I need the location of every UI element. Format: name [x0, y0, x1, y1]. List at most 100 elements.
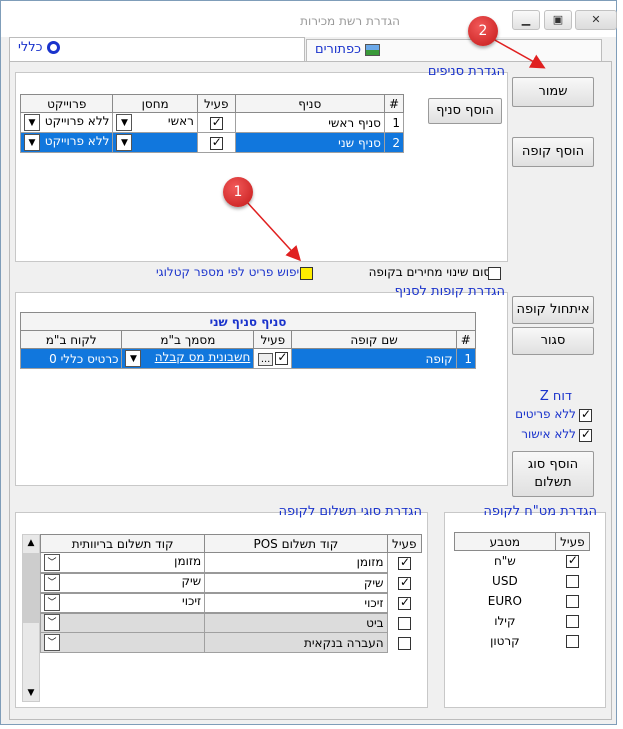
currency-name: EURO — [487, 593, 522, 608]
col-active: פעיל — [253, 330, 293, 349]
block-price-changes-checkbox[interactable] — [488, 267, 501, 280]
search-by-catalog-checkbox[interactable] — [300, 267, 313, 280]
branch-name[interactable]: סניף שני — [234, 132, 385, 153]
table-row[interactable]: USD — [455, 571, 590, 591]
init-register-button[interactable]: איתחול קופה — [512, 296, 594, 324]
chevron-down-icon[interactable]: ﹀ — [44, 574, 60, 591]
accounting-code-select[interactable]: ﹀ — [39, 632, 206, 653]
tab-buttons-label: כפתורים — [315, 42, 361, 57]
annotation-marker-2: 2 — [468, 16, 498, 46]
chevron-down-icon[interactable]: ▼ — [116, 114, 133, 131]
table-row[interactable]: EURO — [455, 591, 590, 611]
col-num: # — [383, 94, 405, 113]
zreport-no-items-checkbox[interactable] — [579, 407, 592, 422]
tab-bar: כללי כפתורים — [1, 37, 616, 61]
scroll-thumb[interactable] — [23, 553, 39, 623]
accounting-code-value: זיכוי — [182, 594, 202, 608]
table-row[interactable]: מזומן ﹀ מזומן — [39, 552, 422, 574]
accounting-code-select[interactable]: ﹀ — [39, 612, 206, 633]
gear-icon — [46, 41, 60, 54]
maximize-button[interactable]: ▣ — [544, 10, 572, 30]
table-row[interactable]: 1 סניף ראשי ▼ ראשי ▼ ללא פרוייקט — [19, 112, 405, 133]
chevron-down-icon[interactable]: ▼ — [24, 114, 40, 131]
payment-active-checkbox[interactable] — [398, 555, 412, 570]
branches-table: # סניף פעיל מחסן פרוייקט 1 סניף ראשי ▼ רא… — [19, 94, 405, 153]
currency-active-checkbox[interactable] — [565, 553, 579, 568]
chevron-down-icon[interactable]: ﹀ — [44, 594, 60, 611]
payments-table: פעיל קוד תשלום POS קוד תשלום בריוותית מז… — [39, 534, 423, 653]
table-row[interactable]: קרטון — [455, 631, 590, 651]
currency-active-checkbox[interactable] — [565, 594, 579, 608]
chevron-down-icon[interactable]: ﹀ — [44, 553, 60, 571]
chevron-down-icon[interactable]: ﹀ — [44, 634, 60, 651]
table-row[interactable]: 1 קופה ... ▼ חשבונית מס קבלה כרטיס כללי 0 — [19, 348, 477, 369]
maximize-icon: ▣ — [552, 13, 564, 26]
col-active: פעיל — [386, 534, 423, 553]
branches-header: # סניף פעיל מחסן פרוייקט — [19, 94, 405, 113]
currency-name: קילו — [494, 613, 516, 628]
add-register-button[interactable]: הוסף קופה — [512, 137, 594, 167]
scroll-up-icon[interactable]: ▲ — [23, 535, 39, 551]
branch-active-checkbox[interactable] — [209, 115, 223, 130]
customer-value[interactable]: כרטיס כללי 0 — [19, 348, 123, 369]
table-row[interactable]: 2 סניף שני ▼ ▼ ללא פרוייקט — [19, 132, 405, 153]
table-row[interactable]: העברה בנקאית ﹀ — [39, 632, 422, 653]
accounting-code-value: מזומן — [174, 553, 202, 568]
add-payment-type-button[interactable]: הוסף סוג תשלום — [512, 451, 594, 497]
accounting-code-select[interactable]: ﹀ מזומן — [39, 552, 206, 574]
col-num: # — [455, 330, 477, 349]
zreport-no-approval-checkbox[interactable] — [579, 427, 592, 442]
currency-name: קרטון — [490, 633, 520, 648]
registers-header: # שם קופה פעיל מסמך ב"מ לקוח ב"מ — [19, 330, 477, 349]
payment-active-checkbox[interactable] — [398, 636, 412, 650]
scroll-down-icon[interactable]: ▼ — [23, 685, 39, 701]
currencies-header: פעיל מטבע — [454, 532, 591, 551]
branch-active-checkbox[interactable] — [209, 135, 223, 150]
currency-active-checkbox[interactable] — [565, 614, 579, 628]
document-select[interactable]: ▼ חשבונית מס קבלה — [121, 348, 255, 369]
payment-active-checkbox[interactable] — [398, 595, 412, 610]
table-row[interactable]: קילו — [455, 611, 590, 631]
table-row[interactable]: זיכוי ﹀ זיכוי — [39, 592, 422, 614]
pos-code-value: שיק — [204, 572, 388, 594]
currency-active-checkbox[interactable] — [565, 634, 579, 648]
minimize-button[interactable]: ▁ — [512, 10, 540, 30]
tab-general[interactable]: כללי — [9, 37, 305, 61]
block-price-changes-label: חסום שינוי מחירים בקופה — [368, 265, 499, 279]
ellipsis-button[interactable]: ... — [257, 353, 274, 366]
currency-active-checkbox[interactable] — [565, 574, 579, 588]
table-row[interactable]: ש"ח — [455, 551, 590, 571]
add-branch-button[interactable]: הוסף סניף — [428, 98, 502, 124]
tab-content: הגדרת סניפים # סניף פעיל מחסן פרוייקט 1 … — [9, 61, 612, 720]
payments-scrollbar[interactable]: ▲ ▼ — [22, 534, 40, 702]
zreport-title: דוח Z — [539, 389, 572, 404]
chevron-down-icon[interactable]: ▼ — [116, 134, 133, 151]
register-active-checkbox[interactable] — [275, 350, 289, 365]
payment-active-checkbox[interactable] — [398, 575, 412, 590]
currencies-title: הגדרת מט"ח לקופה — [483, 504, 597, 519]
close-button[interactable]: ✕ — [575, 10, 617, 30]
chevron-down-icon[interactable]: ▼ — [24, 134, 40, 151]
accounting-code-select[interactable]: ﹀ שיק — [39, 572, 206, 594]
pos-code-value: ביט — [204, 612, 388, 633]
warehouse-select[interactable]: ▼ — [112, 132, 198, 153]
payment-active-checkbox[interactable] — [398, 616, 412, 630]
col-pos-code: קוד תשלום POS — [204, 534, 388, 553]
table-row[interactable]: ביט ﹀ — [39, 612, 422, 633]
register-name[interactable]: קופה — [291, 348, 457, 369]
save-button[interactable]: שמור — [512, 77, 594, 107]
col-project: פרוייקט — [19, 94, 114, 113]
chevron-down-icon[interactable]: ▼ — [125, 350, 142, 367]
registers-title: הגדרת קופות לסניף — [394, 284, 505, 299]
tab-buttons[interactable]: כפתורים — [306, 39, 602, 61]
accounting-code-select[interactable]: ﹀ זיכוי — [39, 592, 206, 614]
branch-name[interactable]: סניף ראשי — [234, 112, 385, 133]
table-row[interactable]: שיק ﹀ שיק — [39, 572, 422, 594]
chevron-down-icon[interactable]: ﹀ — [44, 614, 60, 632]
project-select[interactable]: ▼ ללא פרוייקט — [19, 112, 114, 133]
registers-group-header: סניף סניף שני — [20, 312, 476, 331]
currency-name: USD — [492, 573, 518, 588]
closed-button[interactable]: סגור — [512, 327, 594, 355]
warehouse-select[interactable]: ▼ ראשי — [112, 112, 198, 133]
project-select[interactable]: ▼ ללא פרוייקט — [19, 132, 114, 153]
